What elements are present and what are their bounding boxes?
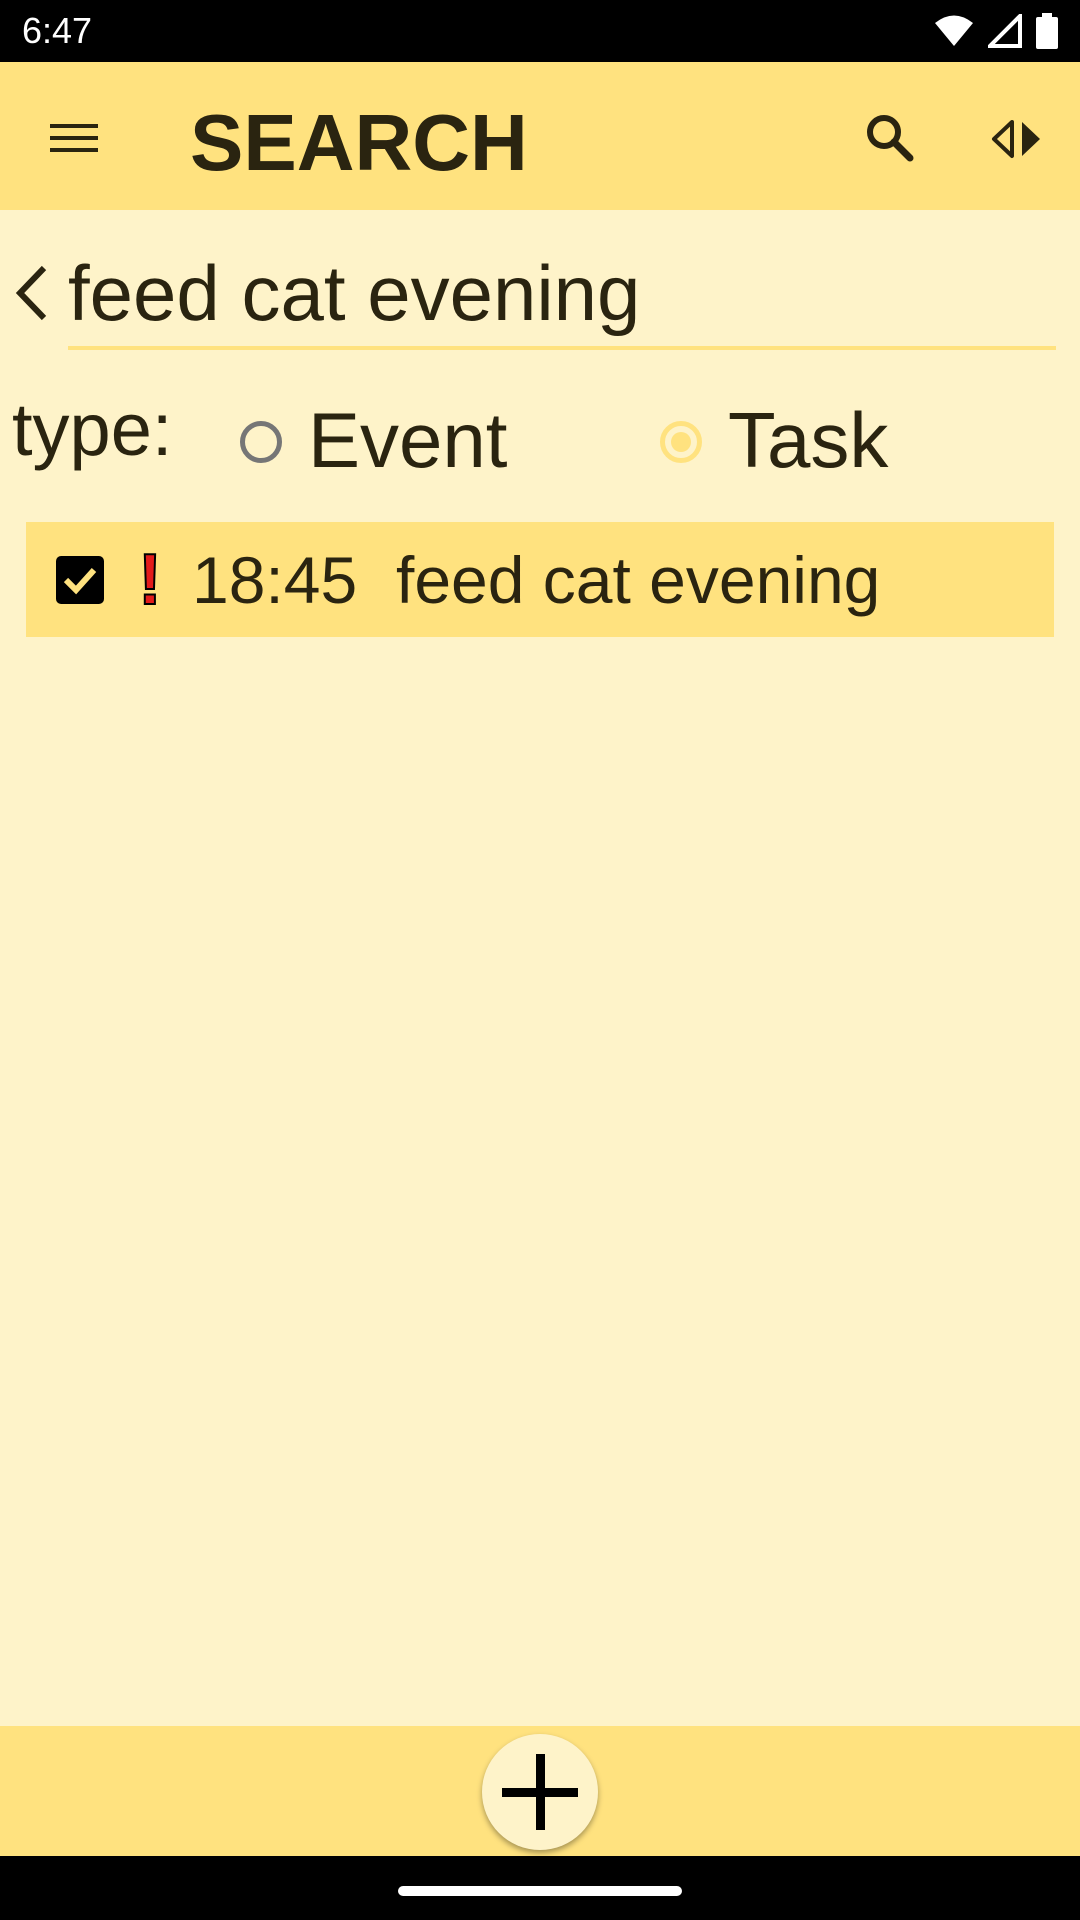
radio-event-label: Event	[308, 396, 508, 484]
page-title: SEARCH	[190, 98, 528, 187]
task-title: feed cat evening	[396, 543, 881, 617]
radio-task[interactable]: Task	[660, 396, 888, 484]
list-item[interactable]: ! 18:45 feed cat evening	[26, 522, 1054, 637]
add-button[interactable]	[482, 1734, 598, 1850]
view-toggle-button[interactable]	[982, 106, 1052, 172]
wifi-icon	[934, 14, 974, 48]
chevron-left-icon	[8, 265, 58, 332]
hamburger-menu-icon	[38, 124, 108, 170]
navigation-bar	[0, 1856, 1080, 1920]
priority-indicator: !	[137, 539, 163, 621]
search-input[interactable]	[68, 240, 1056, 350]
status-time: 6:47	[22, 10, 93, 51]
status-bar: 6:47	[0, 0, 1080, 62]
task-checkbox[interactable]	[56, 556, 104, 604]
status-icons	[934, 12, 1058, 50]
battery-icon	[1036, 13, 1058, 49]
radio-event[interactable]: Event	[240, 396, 507, 484]
search-icon	[858, 115, 924, 176]
radio-selected-icon	[660, 421, 702, 463]
app-bar: SEARCH	[0, 62, 1080, 210]
search-button[interactable]	[858, 106, 924, 172]
menu-button[interactable]	[38, 106, 108, 166]
type-label: type:	[12, 388, 173, 471]
home-handle[interactable]	[398, 1886, 682, 1896]
left-right-arrows-icon	[982, 120, 1052, 176]
back-button[interactable]	[8, 258, 58, 328]
radio-unselected-icon	[240, 421, 282, 463]
task-time: 18:45	[192, 543, 358, 617]
radio-task-label: Task	[728, 396, 889, 484]
signal-icon	[988, 14, 1022, 48]
